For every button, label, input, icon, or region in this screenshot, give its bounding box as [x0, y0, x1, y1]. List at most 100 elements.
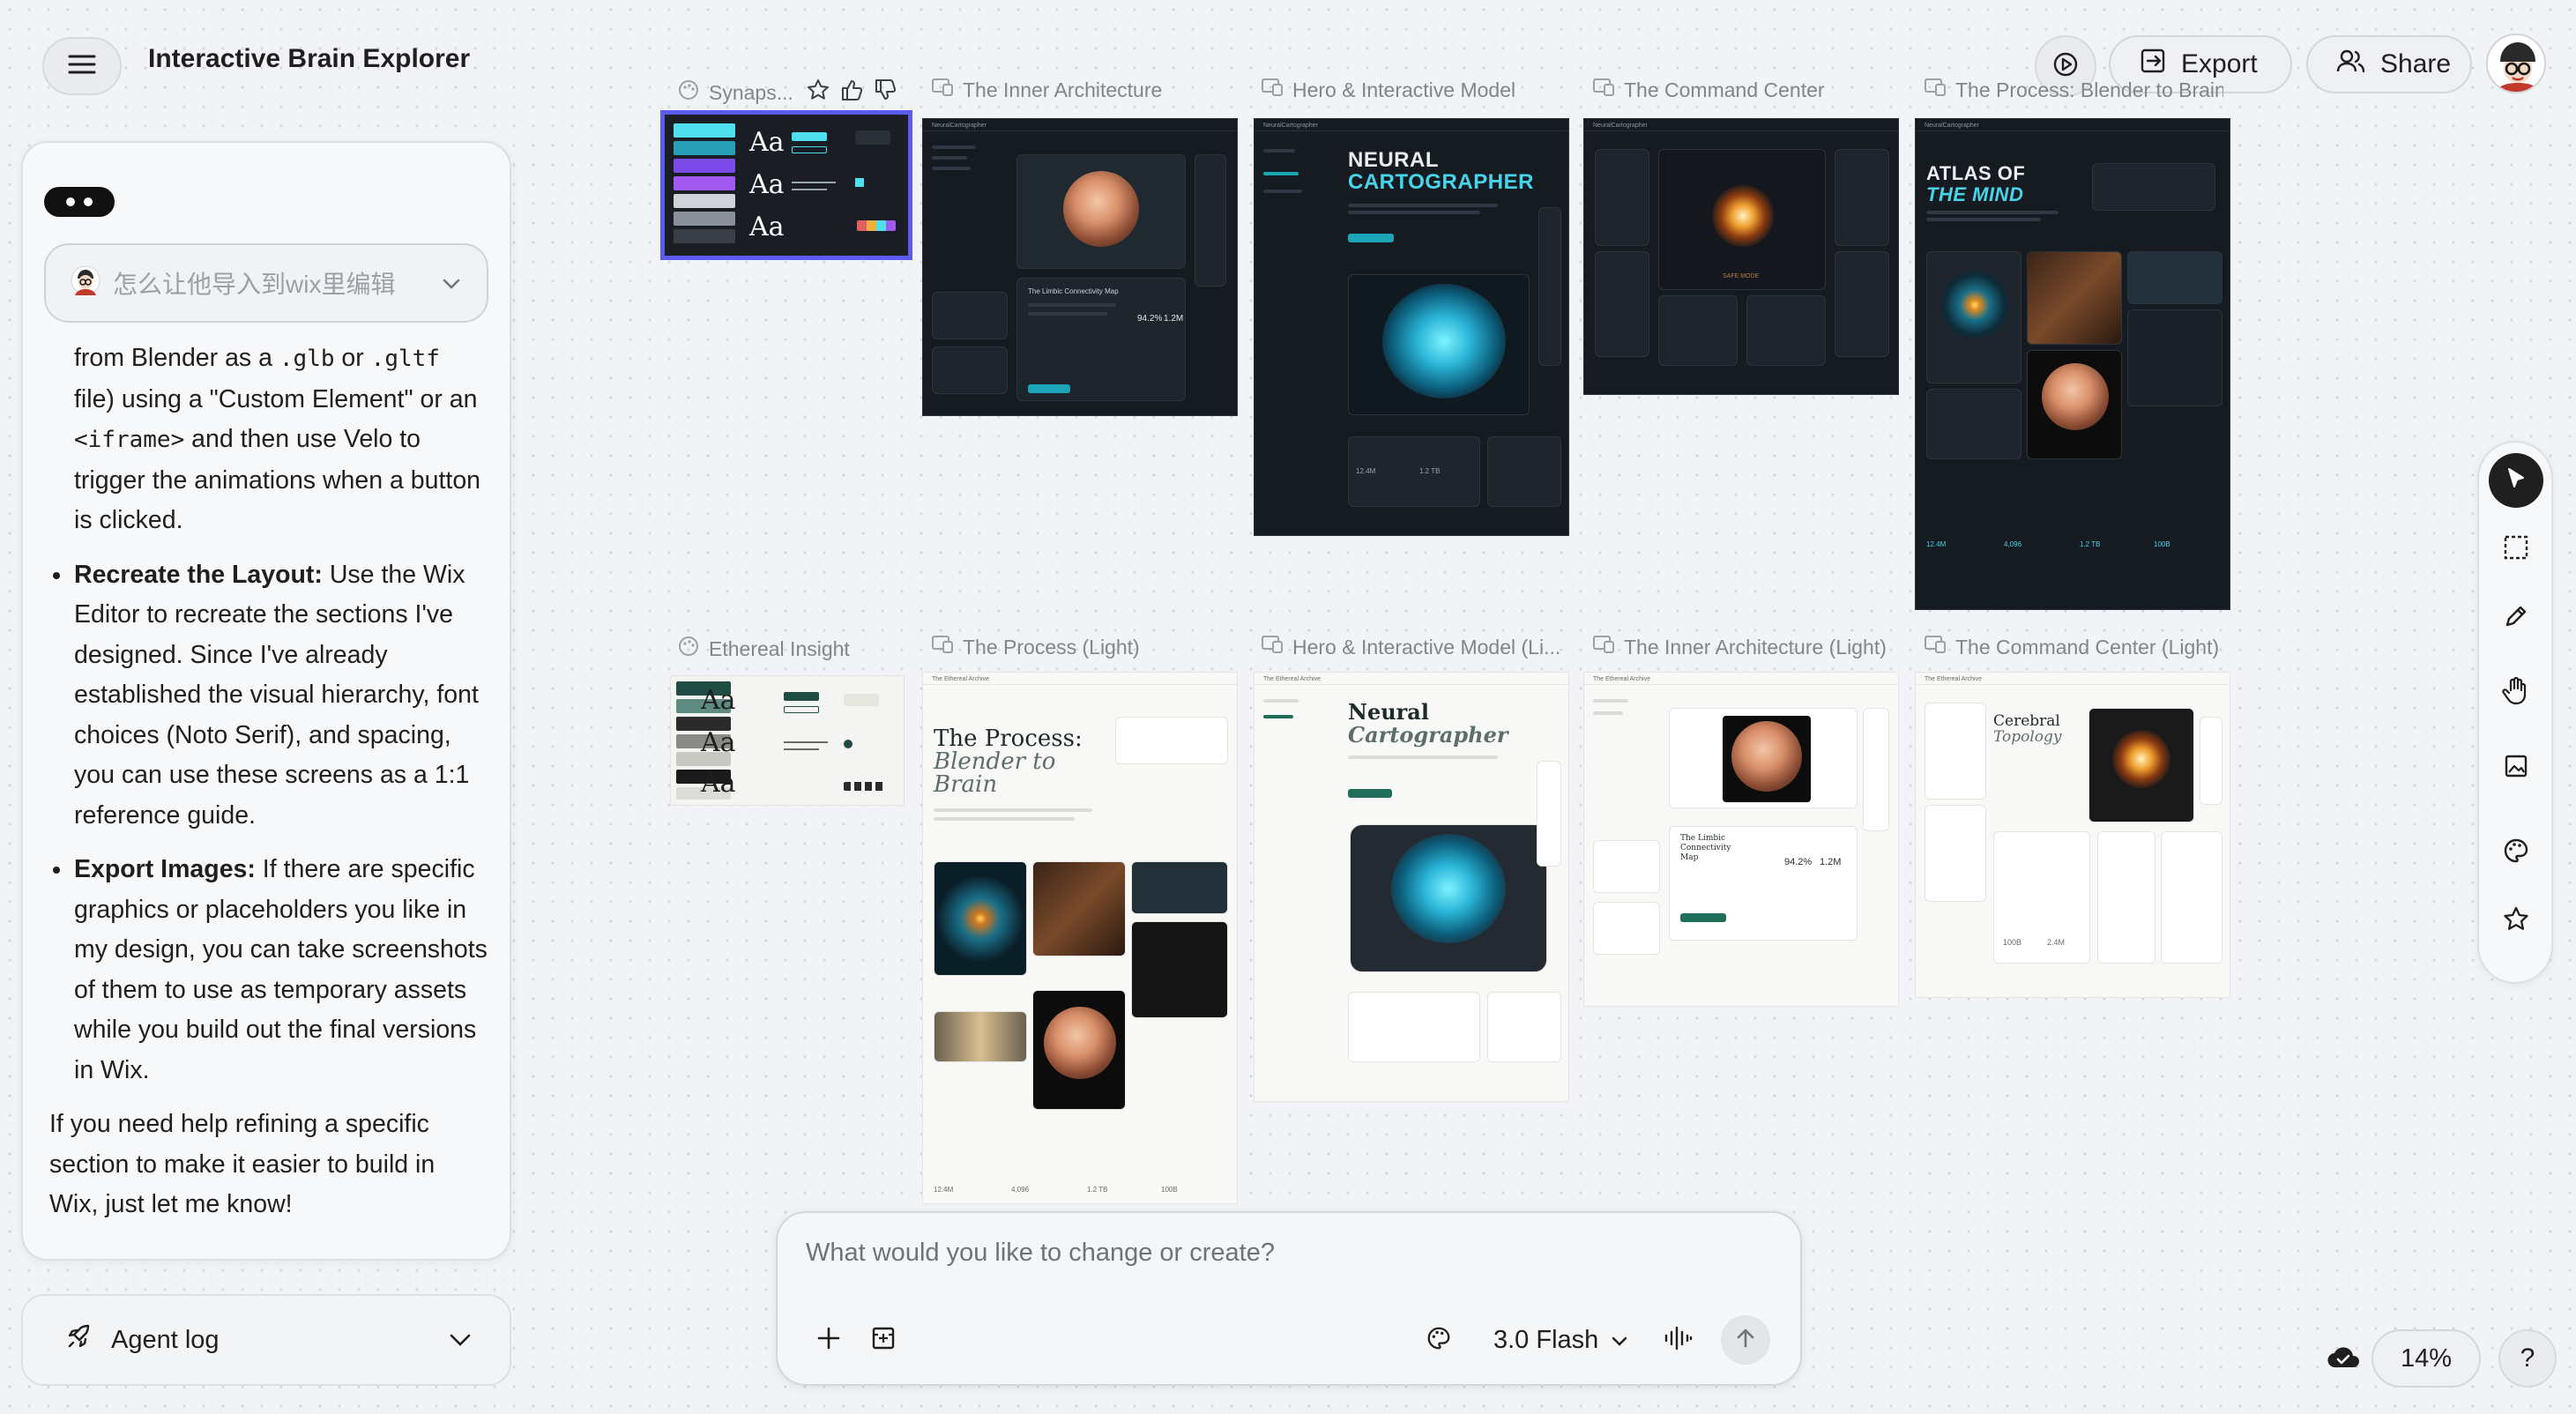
menu-button[interactable] — [42, 37, 122, 95]
prompt-input[interactable] — [806, 1232, 1687, 1273]
app-title: Interactive Brain Explorer — [148, 44, 471, 73]
frame-style-guide-light[interactable]: Aa Aa Aa — [670, 675, 905, 806]
frame-label-style-guide-2[interactable]: Ethereal Insight — [677, 635, 906, 663]
agent-log-toggle[interactable]: Agent log — [21, 1294, 511, 1386]
share-button[interactable]: Share — [2306, 35, 2472, 93]
add-attachment-button[interactable] — [809, 1321, 848, 1359]
frame-process-light[interactable]: The Ethereal Archive The Process: Blende… — [922, 672, 1238, 1204]
frame-add-icon — [870, 1325, 897, 1356]
pen-tool[interactable] — [2489, 591, 2543, 645]
core-view-card: SAFE MODE — [1658, 149, 1826, 290]
frame-label-style-guide-1[interactable]: Synaps... — [677, 78, 910, 108]
message-bullet-list: Recreate the Layout: Use the Wix Editor … — [23, 555, 510, 1091]
button-sample — [792, 146, 827, 153]
frame-label-inner-architecture-light[interactable]: The Inner Architecture (Light) — [1592, 635, 1910, 659]
theme-tool[interactable] — [2489, 825, 2543, 880]
inline-code: .glb — [279, 346, 335, 372]
favorites-tool[interactable] — [2489, 894, 2543, 949]
message-closing: If you need help refining a specific sec… — [49, 1110, 436, 1218]
add-frame-button[interactable] — [864, 1321, 903, 1359]
frame-label-command-center[interactable]: The Command Center — [1592, 78, 1857, 102]
inline-code: .gltf — [370, 346, 440, 372]
message-paragraph: from Blender as a .glb or .gltf file) us… — [74, 344, 481, 534]
hand-tool[interactable] — [2489, 665, 2543, 719]
model-selector[interactable]: 3.0 Flash — [1479, 1314, 1642, 1366]
type-sample: Aa — [701, 685, 736, 716]
button-sample — [792, 132, 827, 141]
frame-label-text: Synaps... — [709, 80, 793, 104]
atlas-title: ATLAS OF THE MIND — [1926, 162, 2026, 205]
frame-hero-model-dark[interactable]: NeuralCartographer NEURAL CARTOGRAPHER 1… — [1254, 118, 1569, 536]
list-item: Export Images: If there are specific gra… — [23, 850, 510, 1090]
brain-image — [2042, 363, 2109, 430]
style-button[interactable] — [1419, 1321, 1458, 1359]
people-icon — [2336, 48, 2366, 80]
frame-process-dark[interactable]: NeuralCartographer ATLAS OF THE MIND 12.… — [1915, 118, 2230, 610]
frame-command-center-dark[interactable]: NeuralCartographer SAFE MODE — [1583, 118, 1899, 395]
chevron-down-icon — [448, 1326, 473, 1355]
voice-button[interactable] — [1659, 1321, 1698, 1359]
palette-icon — [677, 78, 700, 107]
agent-log-label: Agent log — [111, 1325, 220, 1354]
holo-brain-image — [1391, 834, 1506, 943]
screen-icon — [1592, 78, 1615, 102]
star-icon[interactable] — [806, 78, 830, 108]
frame-label-command-center-light[interactable]: The Command Center (Light) — [1924, 635, 2241, 659]
brain-image — [1063, 171, 1139, 247]
marquee-tool[interactable] — [2489, 522, 2543, 577]
screen-icon — [1261, 635, 1284, 659]
palette-icon — [2502, 837, 2530, 869]
star-icon — [2502, 905, 2530, 938]
prompt-composer: 3.0 Flash — [776, 1211, 1802, 1386]
frame-label-process-light[interactable]: The Process (Light) — [931, 635, 1195, 659]
inline-code: <iframe> — [74, 427, 185, 453]
share-label: Share — [2380, 49, 2452, 78]
screen-icon — [1924, 78, 1947, 102]
holo-brain-image — [1382, 284, 1506, 398]
screen-icon — [1924, 635, 1947, 659]
assistant-message: from Blender as a .glb or .gltf file) us… — [23, 339, 510, 1225]
image-tool[interactable] — [2489, 740, 2543, 795]
sync-status[interactable] — [2326, 1342, 2361, 1377]
brain-image — [1731, 721, 1802, 792]
frame-command-center-light[interactable]: The Ethereal Archive Cerebral Topology 1… — [1915, 672, 2230, 998]
rocket-icon — [65, 1322, 93, 1358]
zoom-level[interactable]: 14% — [2371, 1329, 2481, 1388]
list-item: Recreate the Layout: Use the Wix Editor … — [23, 555, 510, 837]
help-button[interactable]: ? — [2498, 1329, 2557, 1388]
frame-hero-model-light[interactable]: The Ethereal Archive Neural Cartographer — [1254, 672, 1569, 1102]
thumbs-down-icon[interactable] — [873, 78, 897, 108]
send-button[interactable] — [1721, 1315, 1770, 1365]
user-avatar[interactable] — [2486, 33, 2546, 93]
thumbs-up-icon[interactable] — [839, 78, 864, 108]
chevron-down-icon — [1611, 1326, 1628, 1355]
chip-sample — [857, 220, 896, 231]
frame-inner-architecture-dark[interactable]: NeuralCartographer The Limbic Connectivi… — [922, 118, 1238, 416]
hand-icon — [2502, 675, 2530, 710]
frame-style-guide-dark[interactable]: Aa Aa Aa — [660, 110, 912, 260]
brain-preview-card — [1016, 154, 1186, 269]
limbic-card-light: The Limbic Connectivity Map 94.2% 1.2M — [1669, 826, 1858, 941]
cerebral-topology-title: Cerebral Topology — [1993, 712, 2062, 746]
export-label: Export — [2181, 49, 2258, 78]
chat-panel: 怎么让他导入到wix里编辑 from Blender as a .glb or … — [21, 141, 511, 1261]
frame-label-process[interactable]: The Process: Blender to Brain — [1924, 78, 2223, 102]
core-glow-image — [2112, 730, 2170, 788]
cursor-icon — [2504, 466, 2528, 495]
palette-icon — [1426, 1325, 1452, 1356]
waveform-icon — [1664, 1325, 1694, 1356]
screen-icon — [1261, 78, 1284, 102]
core-glow-image — [1712, 185, 1774, 247]
frame-label-inner-architecture[interactable]: The Inner Architecture — [931, 78, 1195, 102]
previous-prompt-chip[interactable]: 怎么让他导入到wix里编辑 — [44, 243, 488, 323]
select-tool[interactable] — [2489, 453, 2543, 508]
frame-label-hero-model[interactable]: Hero & Interactive Model — [1261, 78, 1534, 102]
hero-title: NEURAL CARTOGRAPHER — [1348, 148, 1534, 194]
type-sample: Aa — [701, 727, 736, 758]
type-sample: Aa — [749, 212, 785, 242]
pencil-icon — [2502, 602, 2530, 635]
frame-label-hero-model-light[interactable]: Hero & Interactive Model (Li... — [1261, 635, 1560, 659]
screen-icon — [1592, 635, 1615, 659]
hamburger-icon — [68, 54, 96, 79]
frame-inner-architecture-light[interactable]: The Ethereal Archive The Limbic Connecti… — [1583, 672, 1899, 1007]
